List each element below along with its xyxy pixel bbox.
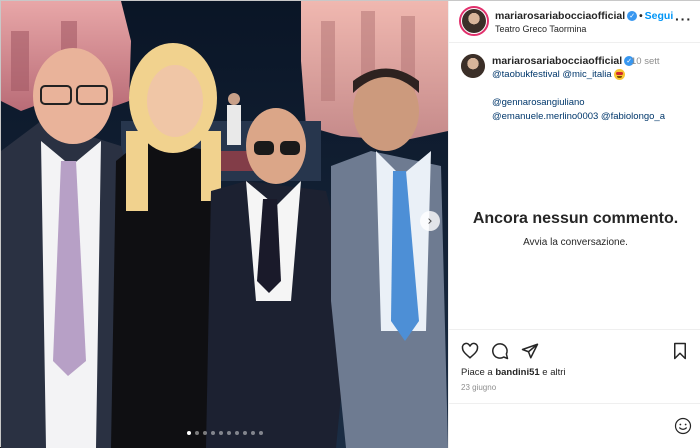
likes-suffix[interactable]: e altri [540,367,565,378]
bookmark-icon[interactable] [671,342,689,360]
comment-bar [449,403,700,448]
header-username[interactable]: mariarosariabocciaofficial [495,10,625,22]
smile-icon[interactable] [674,417,692,435]
heart-icon[interactable] [461,342,479,360]
carousel-dot[interactable] [218,431,223,435]
carousel-dot[interactable] [258,431,263,435]
action-bar: Piace a bandini51 e altri 23 giugno [449,329,700,403]
separator: • [639,11,643,22]
instagram-post-window: › mariarosariabocciaofficial ✓ • Segui Teat… [0,0,700,448]
avatar[interactable] [459,6,489,36]
comment-icon[interactable] [491,342,509,360]
caption-time: 10 sett [631,56,660,67]
carousel-dot[interactable] [226,431,231,435]
caption-mention-gennaro[interactable]: @gennarosangiuliano [492,97,585,108]
verified-badge-icon: ✓ [627,11,638,22]
post-photo[interactable]: › [1,1,448,448]
post-header: mariarosariabocciaofficial ✓ • Segui Teatro… [449,1,700,43]
carousel-dot[interactable] [186,431,191,435]
carousel-dot[interactable] [250,431,255,435]
carousel-dot[interactable] [194,431,199,435]
post-date: 23 giugno [461,383,497,392]
location-link[interactable]: Teatro Greco Taormina [495,24,586,34]
caption-mentions[interactable]: @taobukfestival @mic_italia [492,69,612,80]
more-icon[interactable]: ··· [675,11,692,27]
post-side-panel: mariarosariabocciaofficial ✓ • Segui Teatro… [448,1,700,448]
caption-avatar[interactable] [461,54,485,78]
empty-comments-title: Ancora nessun commento. [472,210,679,227]
caption-mentions-line3[interactable]: @emanuele.merlino0003 @fabiolongo_a [492,111,665,122]
likes-user-link[interactable]: bandini51 [495,367,539,378]
star-struck-emoji-icon [614,69,626,80]
likes-prefix: Piace a [461,367,496,378]
photo-illustration [1,1,448,448]
carousel-dot[interactable] [234,431,239,435]
chevron-right-icon[interactable]: › [420,211,440,231]
carousel-dot[interactable] [210,431,215,435]
carousel-dot[interactable] [242,431,247,435]
carousel-dot[interactable] [202,431,207,435]
caption-username[interactable]: mariarosariabocciaofficial [492,55,622,67]
empty-comments-subtitle: Avvia la conversazione. [523,237,628,248]
carousel-dots [1,431,448,435]
share-icon[interactable] [521,342,539,360]
likes-summary: Piace a bandini51 e altri [461,367,566,378]
follow-button[interactable]: Segui [645,10,674,22]
